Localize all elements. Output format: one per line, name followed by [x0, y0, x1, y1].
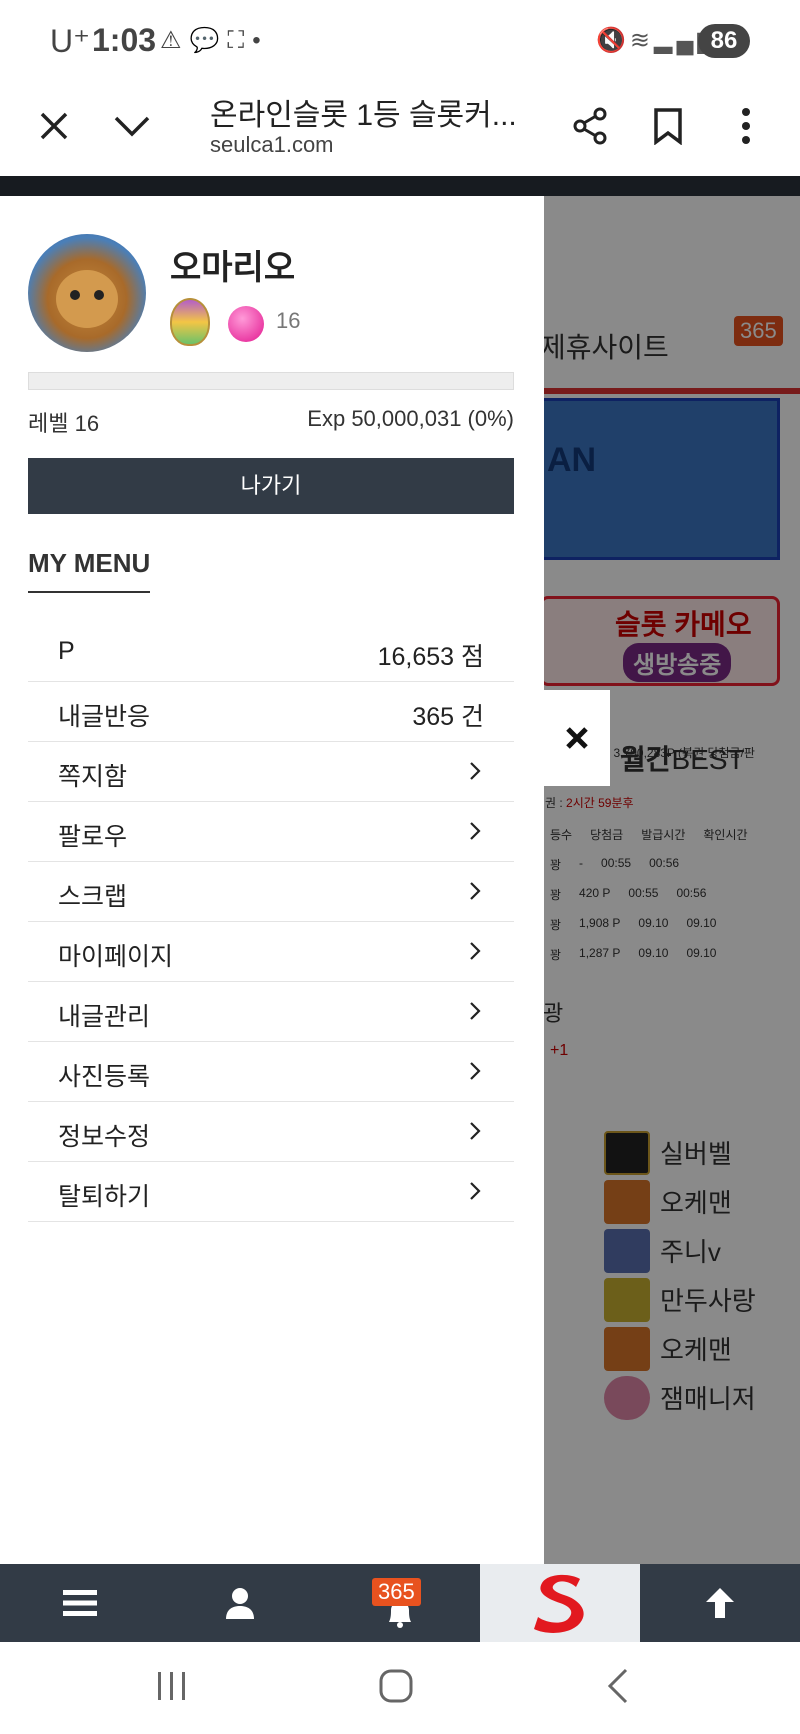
alert-icon: ⚠	[160, 27, 190, 54]
browser-toolbar: 온라인슬롯 1등 슬롯커... seulca1.com	[0, 84, 800, 176]
avatar-eye	[70, 290, 80, 300]
menu-item-messages[interactable]: 쪽지함	[28, 742, 514, 802]
my-menu-list: P 16,653 점 내글반응 365 건 쪽지함 팔로우 스크랩 마이페이지 …	[28, 622, 514, 1222]
page-title: 온라인슬롯 1등 슬롯커...	[210, 99, 517, 132]
carrier-label: U⁺	[50, 23, 90, 59]
status-bar: U⁺ 1:03 ⚠💬⛶• 🔇≋▂▄▆ 86	[0, 0, 800, 84]
notification-count-badge: 365	[372, 1578, 421, 1606]
more-vertical-icon	[742, 108, 750, 144]
menu-item-mypage[interactable]: 마이페이지	[28, 922, 514, 982]
gem-badge-icon	[228, 306, 264, 342]
screenshot-icon: ⛶	[227, 27, 253, 54]
status-time: 1:03	[92, 22, 157, 58]
minimize-button[interactable]	[104, 98, 160, 154]
chevron-right-icon	[470, 1182, 481, 1200]
close-icon	[40, 112, 68, 140]
logout-button[interactable]: 나가기	[28, 458, 514, 514]
chevron-down-icon	[114, 116, 150, 137]
share-button[interactable]	[562, 98, 618, 154]
menu-item-photo[interactable]: 사진등록	[28, 1042, 514, 1102]
level-label: 레벨 16	[28, 411, 100, 436]
menu-item-label: 스크랩	[58, 883, 128, 911]
menu-item-withdraw[interactable]: 탈퇴하기	[28, 1162, 514, 1222]
home-icon	[379, 1669, 413, 1703]
site-logo-icon	[534, 1574, 584, 1633]
exp-label: Exp 50,000,031 (0%)	[307, 406, 514, 431]
menu-button[interactable]	[40, 1564, 120, 1642]
egg-badge-icon	[170, 298, 210, 346]
bookmark-icon	[654, 108, 682, 145]
avatar-face	[56, 270, 118, 328]
menu-item-reactions[interactable]: 내글반응 365 건	[28, 682, 514, 742]
system-nav-bar	[0, 1642, 800, 1734]
page-url[interactable]: seulca1.com	[210, 132, 334, 158]
menu-item-label: P	[58, 637, 75, 665]
recent-apps-icon	[158, 1672, 185, 1700]
menu-item-value: 365 건	[412, 703, 484, 731]
chevron-right-icon	[470, 1002, 481, 1020]
menu-item-label: 내글관리	[58, 1003, 151, 1031]
chevron-right-icon	[470, 762, 481, 780]
menu-item-follow[interactable]: 팔로우	[28, 802, 514, 862]
talk-icon: 💬	[189, 27, 228, 54]
menu-item-label: 사진등록	[58, 1063, 151, 1091]
mute-icon: 🔇	[596, 27, 630, 54]
profile-avatar	[28, 234, 146, 352]
menu-item-label: 내글반응	[58, 703, 151, 731]
wifi-icon: ≋	[629, 27, 654, 54]
chevron-right-icon	[470, 822, 481, 840]
menu-item-label: 탈퇴하기	[58, 1183, 151, 1211]
close-tab-button[interactable]	[26, 98, 82, 154]
menu-item-my-posts[interactable]: 내글관리	[28, 982, 514, 1042]
arrow-up-icon	[706, 1588, 734, 1618]
bookmark-button[interactable]	[640, 98, 696, 154]
scroll-top-button[interactable]	[680, 1564, 760, 1642]
battery-badge: 86	[698, 24, 750, 58]
more-options-button[interactable]	[718, 98, 774, 154]
exp-progress-bar	[28, 372, 514, 390]
chevron-right-icon	[470, 942, 481, 960]
menu-item-label: 정보수정	[58, 1123, 151, 1151]
site-logo-button[interactable]	[480, 1564, 640, 1642]
recent-apps-button[interactable]	[152, 1670, 212, 1706]
chevron-right-icon	[470, 882, 481, 900]
profile-button[interactable]	[200, 1564, 280, 1642]
menu-icon	[63, 1590, 97, 1616]
avatar-eye	[94, 290, 104, 300]
menu-item-edit-info[interactable]: 정보수정	[28, 1102, 514, 1162]
menu-item-points[interactable]: P 16,653 점	[28, 622, 514, 682]
notification-icons: ⚠💬⛶•	[160, 26, 269, 55]
bottom-nav: 365	[0, 1564, 800, 1642]
share-icon	[573, 107, 607, 145]
my-menu-heading: MY MENU	[28, 548, 151, 593]
back-button[interactable]	[604, 1668, 644, 1708]
menu-item-scrap[interactable]: 스크랩	[28, 862, 514, 922]
user-icon	[226, 1588, 254, 1619]
close-drawer-button[interactable]	[544, 690, 610, 786]
dot-icon: •	[252, 27, 269, 54]
profile-username: 오마리오	[170, 249, 296, 287]
menu-item-label: 마이페이지	[58, 943, 174, 971]
side-drawer: 오마리오 16 레벨 16 Exp 50,000,031 (0%) 나가기 MY…	[0, 196, 544, 1564]
menu-item-label: 팔로우	[58, 823, 128, 851]
level-badge: 16	[276, 308, 301, 333]
close-icon	[566, 727, 588, 749]
chevron-right-icon	[470, 1122, 481, 1140]
menu-item-label: 쪽지함	[58, 763, 128, 791]
chevron-right-icon	[470, 1062, 481, 1080]
menu-item-value: 16,653 점	[377, 643, 484, 671]
home-button[interactable]	[378, 1668, 422, 1708]
back-icon	[607, 1668, 628, 1704]
